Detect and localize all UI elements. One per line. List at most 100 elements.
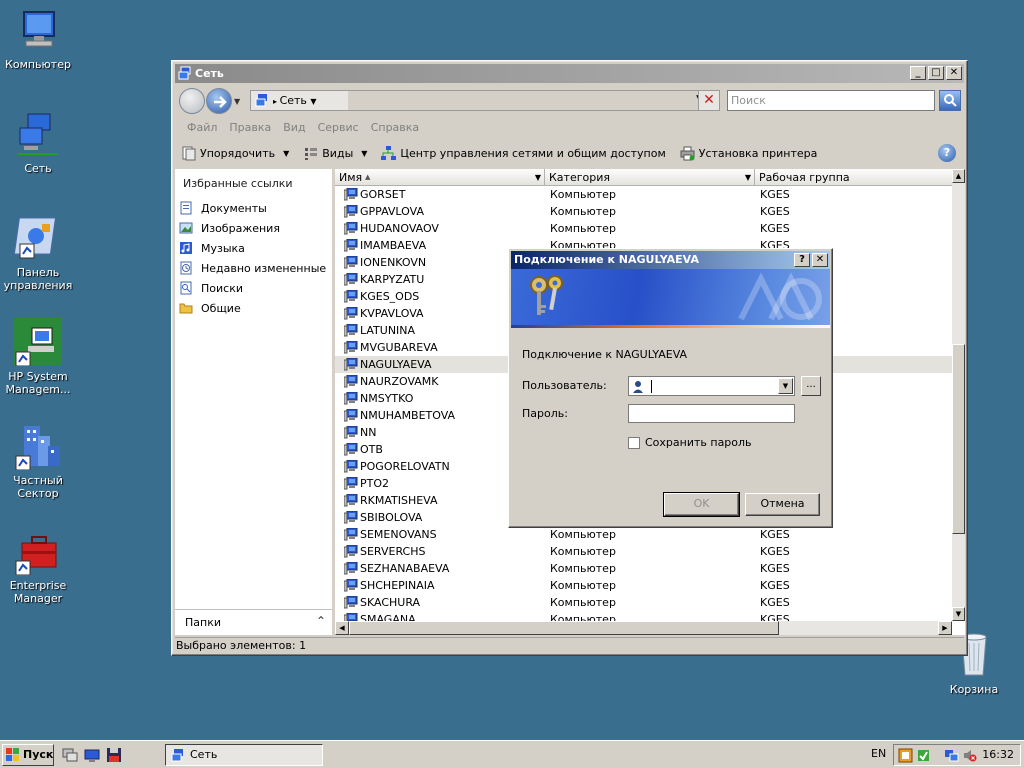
table-row[interactable]: SEMENOVANS Компьютер KGES: [335, 526, 952, 543]
window-titlebar[interactable]: Сеть _ □ ✕: [175, 64, 964, 83]
network-center-button[interactable]: Центр управления сетями и общим доступом: [381, 145, 666, 161]
menu-file[interactable]: Файл: [181, 118, 223, 138]
table-row[interactable]: GPPAVLOVA Компьютер KGES: [335, 203, 952, 220]
vertical-scroll-thumb[interactable]: [952, 344, 965, 534]
computer-icon: [343, 544, 358, 558]
tray-app-icon[interactable]: [898, 748, 913, 763]
ok-button[interactable]: OK: [663, 492, 740, 517]
start-label: Пуск: [23, 748, 54, 761]
row-category: Компьютер: [550, 545, 616, 558]
forward-button[interactable]: [206, 88, 232, 114]
password-label: Пароль:: [522, 407, 568, 420]
table-row[interactable]: GORSET Компьютер KGES: [335, 186, 952, 203]
desktop-icon-network[interactable]: Сеть: [0, 110, 76, 175]
dialog-titlebar[interactable]: Подключение к NAGULYAEVA ? ✕: [511, 251, 830, 269]
back-button[interactable]: [179, 88, 205, 114]
start-button[interactable]: Пуск: [2, 744, 54, 766]
menu-tools[interactable]: Сервис: [312, 118, 365, 138]
server-manager-icon[interactable]: [84, 747, 100, 763]
address-breadcrumb[interactable]: ▸ Сеть ▼: [251, 91, 348, 110]
column-workgroup[interactable]: Рабочая группа: [755, 169, 952, 186]
row-workgroup: KGES: [760, 579, 790, 592]
close-button[interactable]: ✕: [946, 66, 962, 80]
checkbox-box[interactable]: [628, 436, 640, 449]
views-button[interactable]: Виды ▼: [303, 146, 367, 161]
row-workgroup: KGES: [760, 222, 790, 235]
address-field[interactable]: ▸ Сеть ▼ ▼: [250, 90, 710, 111]
password-field[interactable]: [628, 404, 795, 423]
desktop-icon-label: Enterprise Manager: [9, 579, 67, 605]
vertical-scrollbar[interactable]: ▲ ▼: [952, 169, 965, 621]
minimize-button[interactable]: _: [910, 66, 926, 80]
computer-icon: [343, 238, 358, 252]
desktop-icon-enterprise-manager[interactable]: Enterprise Manager: [0, 527, 76, 605]
network-center-icon: [381, 145, 397, 161]
computer-icon: [343, 187, 358, 201]
add-printer-button[interactable]: Установка принтера: [680, 146, 817, 161]
scroll-up-icon[interactable]: ▲: [952, 169, 965, 183]
search-button[interactable]: [939, 90, 961, 111]
table-row[interactable]: SKACHURA Компьютер KGES: [335, 594, 952, 611]
views-icon: [303, 146, 318, 161]
browse-users-button[interactable]: ...: [801, 376, 821, 396]
column-category[interactable]: Категория ▼: [545, 169, 755, 186]
table-row[interactable]: SHCHEPINAIA Компьютер KGES: [335, 577, 952, 594]
windows-logo-icon: [6, 748, 20, 762]
column-name[interactable]: Имя ▲ ▼: [335, 169, 545, 186]
dialog-help-button[interactable]: ?: [794, 253, 810, 267]
computer-icon: [343, 255, 358, 269]
chevron-down-icon[interactable]: ▼: [745, 169, 751, 186]
menu-bar: Файл Правка Вид Сервис Справка: [175, 118, 964, 138]
language-indicator[interactable]: EN: [871, 747, 886, 760]
computer-icon: [343, 391, 358, 405]
computer-icon: [343, 289, 358, 303]
dialog-title: Подключение к NAGULYAEVA: [514, 253, 699, 266]
table-row[interactable]: HUDANOVAOV Компьютер KGES: [335, 220, 952, 237]
desktop-icon-control-panel[interactable]: Панель управления: [0, 214, 76, 292]
refresh-button[interactable]: ✕: [698, 90, 720, 111]
organize-button[interactable]: Упорядочить ▼: [181, 146, 289, 161]
tray-security-icon[interactable]: [916, 748, 931, 763]
row-workgroup: KGES: [760, 188, 790, 201]
remember-password-checkbox[interactable]: Сохранить пароль: [628, 436, 752, 449]
taskbar-item-network[interactable]: Сеть: [165, 744, 323, 766]
menu-view[interactable]: Вид: [277, 118, 311, 138]
nav-item-recent[interactable]: Недавно измененные: [179, 259, 326, 277]
desktop-icon-hp-system[interactable]: HP System Managem...: [0, 318, 76, 396]
nav-item-documents[interactable]: Документы: [179, 199, 267, 217]
menu-edit[interactable]: Правка: [223, 118, 277, 138]
row-name: LATUNINA: [360, 324, 416, 337]
scroll-down-icon[interactable]: ▼: [952, 607, 965, 621]
folders-label: Папки: [185, 616, 221, 629]
column-name-label: Имя: [339, 171, 363, 184]
row-name: MVGUBAREVA: [360, 341, 438, 354]
chevron-down-icon[interactable]: ▼: [535, 169, 541, 186]
volume-muted-icon[interactable]: [962, 748, 977, 763]
menu-help[interactable]: Справка: [365, 118, 425, 138]
scroll-right-icon[interactable]: ▶: [938, 621, 952, 635]
desktop-icon-computer[interactable]: Компьютер: [0, 6, 76, 71]
table-row[interactable]: SEZHANABAEVA Компьютер KGES: [335, 560, 952, 577]
network-status-icon[interactable]: [944, 748, 959, 763]
user-combobox[interactable]: ▼: [628, 376, 795, 396]
table-row[interactable]: SERVERCHS Компьютер KGES: [335, 543, 952, 560]
horizontal-scroll-thumb[interactable]: [349, 621, 779, 635]
cancel-button[interactable]: Отмена: [745, 493, 820, 516]
help-button[interactable]: ?: [938, 144, 956, 162]
nav-item-pictures[interactable]: Изображения: [179, 219, 280, 237]
search-input[interactable]: Поиск: [727, 90, 935, 111]
nav-item-public[interactable]: Общие: [179, 299, 241, 317]
history-dropdown-icon[interactable]: ▼: [234, 97, 240, 106]
nav-item-searches[interactable]: Поиски: [179, 279, 243, 297]
floppy-icon[interactable]: [106, 747, 122, 763]
maximize-button[interactable]: □: [928, 66, 944, 80]
chevron-down-icon[interactable]: ▼: [778, 378, 793, 394]
dialog-close-button[interactable]: ✕: [812, 253, 828, 267]
scroll-left-icon[interactable]: ◀: [335, 621, 349, 635]
chevron-down-icon: ▼: [361, 148, 368, 158]
nav-item-music[interactable]: Музыка: [179, 239, 245, 257]
desktop-icon-private-sector[interactable]: Частный Сектор: [0, 422, 76, 500]
show-desktop-icon[interactable]: [62, 747, 78, 763]
horizontal-scrollbar[interactable]: ◀ ▶: [335, 621, 952, 635]
folders-toggle[interactable]: Папки ⌃: [175, 609, 332, 635]
